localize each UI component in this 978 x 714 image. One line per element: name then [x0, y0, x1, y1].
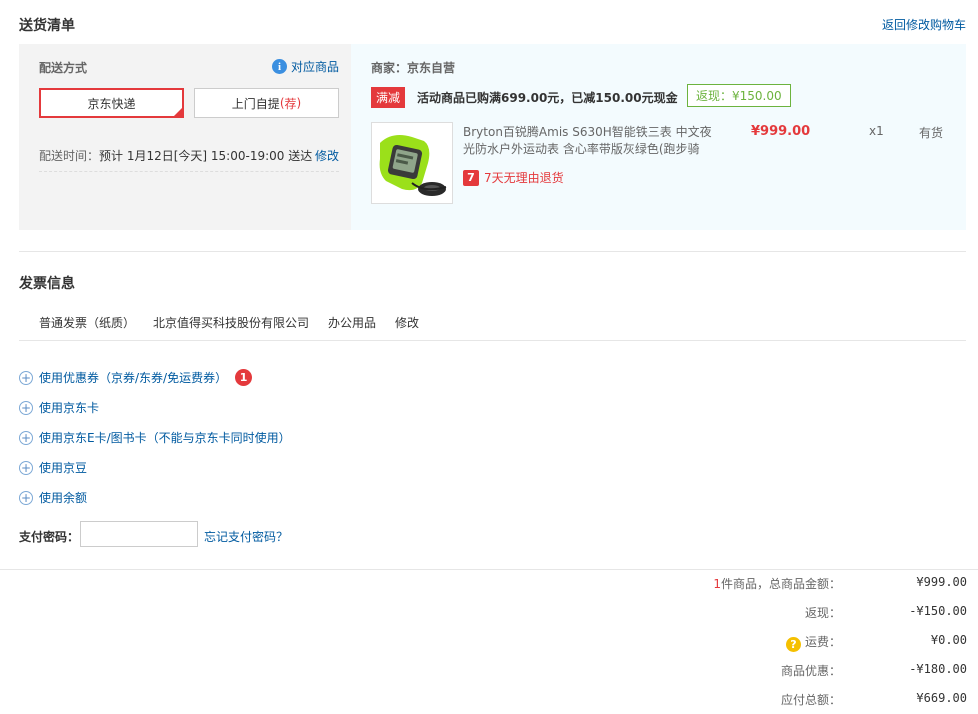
use-coupon-label: 使用优惠券（京券/东券/免运费券）: [39, 371, 228, 385]
use-jd-card-label: 使用京东卡: [39, 401, 100, 415]
promo-tag: 满减: [371, 87, 406, 108]
delivery-time-value: 预计 1月12日[今天] 15:00-19:00 送达: [99, 149, 313, 163]
delivery-time-edit-link[interactable]: 修改: [315, 147, 339, 164]
use-balance-toggle[interactable]: + 使用余额: [19, 489, 87, 506]
summary-shipping-value: ¥0.00: [930, 633, 967, 647]
divider: [19, 340, 966, 341]
product-price: ¥999.00: [751, 124, 811, 139]
invoice-edit-link[interactable]: 修改: [395, 314, 419, 331]
return-policy: 7 7天无理由退货: [463, 169, 564, 186]
product-quantity: x1: [869, 124, 884, 138]
use-balance-label: 使用余额: [39, 491, 88, 505]
option-self-pickup-button[interactable]: 上门自提(荐): [194, 88, 339, 118]
delivery-method-panel: 配送方式 i 对应商品 京东快递 ✓ 上门自提(荐) 配送时间：预计 1月12日…: [19, 44, 351, 230]
delivery-time-row: 配送时间：预计 1月12日[今天] 15:00-19:00 送达: [39, 147, 312, 164]
divider: [19, 251, 966, 252]
coupon-count-badge: 1: [235, 369, 253, 386]
summary-cashback-value: -¥150.00: [909, 604, 967, 618]
check-icon: ✓: [174, 107, 181, 116]
expand-plus-icon: +: [19, 400, 33, 415]
seven-day-return-icon: 7: [463, 169, 479, 186]
watch-icon: [372, 123, 452, 203]
delivery-section-title: 送货清单: [19, 18, 75, 34]
summary-discount-value: -¥180.00: [909, 662, 967, 676]
summary-total-value: ¥999.00: [916, 575, 967, 589]
corresponding-goods-link[interactable]: i 对应商品: [271, 58, 339, 75]
product-image[interactable]: [371, 122, 453, 204]
summary-shipping-label: ? 运费：: [785, 633, 841, 652]
question-icon[interactable]: ?: [785, 637, 801, 652]
expand-plus-icon: +: [19, 430, 33, 445]
expand-plus-icon: +: [19, 370, 33, 385]
delivery-time-label: 配送时间：: [39, 149, 100, 163]
product-name-link[interactable]: Bryton百锐腾Amis S630H智能铁三表 中文夜光防水户外运动表 含心率…: [463, 124, 718, 158]
cashback-tag: 返现：¥150.00: [687, 84, 791, 107]
invoice-company: 北京值得买科技股份有限公司: [153, 316, 310, 330]
delivery-method-label: 配送方式: [39, 61, 88, 75]
info-icon: i: [271, 59, 287, 74]
divider: [39, 171, 339, 172]
summary-cashback-label: 返现：: [804, 606, 841, 620]
invoice-type: 普通发票（纸质）: [39, 316, 136, 330]
goods-panel: 商家：京东自营 满减 活动商品已购满699.00元，已减150.00元现金 返现…: [351, 44, 966, 230]
product-stock: 有货: [919, 126, 944, 140]
summary-payable-label: 应付总额：: [780, 693, 841, 707]
option-jd-express-button[interactable]: 京东快递 ✓: [39, 88, 184, 118]
corresponding-goods-label: 对应商品: [290, 60, 339, 74]
invoice-content: 办公用品: [328, 316, 377, 330]
option-self-pickup-label: 上门自提: [231, 96, 280, 111]
promo-text: 活动商品已购满699.00元，已减150.00元现金: [417, 91, 678, 105]
payment-password-input[interactable]: [80, 521, 198, 547]
use-ecard-label: 使用京东E卡/图书卡（不能与京东卡同时使用）: [39, 431, 291, 445]
use-ecard-toggle[interactable]: + 使用京东E卡/图书卡（不能与京东卡同时使用）: [19, 429, 291, 446]
summary-discount-label: 商品优惠：: [780, 664, 841, 678]
back-to-cart-link[interactable]: 返回修改购物车: [882, 16, 966, 33]
divider: [0, 569, 978, 570]
use-jd-beans-label: 使用京豆: [39, 461, 88, 475]
seller-label: 商家：京东自营: [371, 61, 456, 75]
use-jd-card-toggle[interactable]: + 使用京东卡: [19, 399, 99, 416]
use-jd-beans-toggle[interactable]: + 使用京豆: [19, 459, 87, 476]
summary-payable-value: ¥669.00: [916, 691, 967, 705]
expand-plus-icon: +: [19, 490, 33, 505]
use-coupon-toggle[interactable]: + 使用优惠券（京券/东券/免运费券） 1: [19, 369, 253, 386]
invoice-section-title: 发票信息: [19, 276, 75, 292]
return-policy-label: 7天无理由退货: [484, 171, 564, 185]
item-count: 1: [713, 577, 721, 591]
recommended-mark: 荐: [284, 96, 297, 111]
payment-password-label: 支付密码：: [19, 530, 80, 544]
forgot-password-link[interactable]: 忘记支付密码？: [204, 528, 288, 545]
option-jd-express-label: 京东快递: [87, 96, 136, 111]
expand-plus-icon: +: [19, 460, 33, 475]
summary-count-label: 1件商品，总商品金额：: [713, 577, 841, 591]
